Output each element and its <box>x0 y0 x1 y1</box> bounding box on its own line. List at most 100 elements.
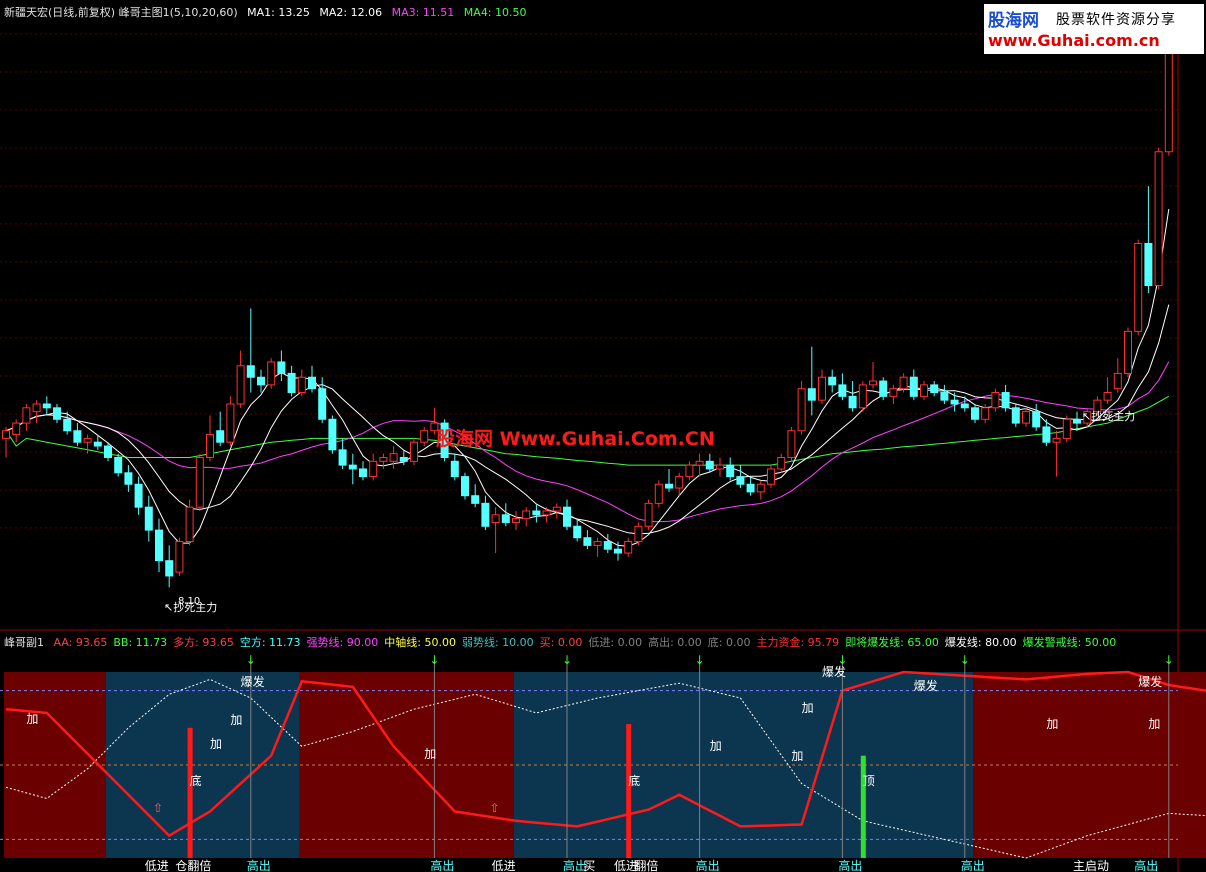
candle-body <box>359 468 367 478</box>
candle-body <box>624 541 633 554</box>
candle-body <box>787 430 796 458</box>
candle-body <box>73 430 82 443</box>
candle-body <box>63 418 72 432</box>
candle-body <box>971 407 979 420</box>
candle-body <box>155 529 163 562</box>
candle-body <box>104 445 112 458</box>
candle-body <box>491 514 500 523</box>
candle-body <box>879 380 888 397</box>
candle-body <box>318 388 327 420</box>
zone-label: 加 <box>1148 717 1160 731</box>
candle-body <box>338 449 347 466</box>
candle-body <box>1022 411 1030 424</box>
sub-readout-10: 底: 0.00 <box>707 636 751 649</box>
zone-label: 加 <box>1046 717 1058 731</box>
candle-body <box>1011 407 1020 424</box>
candle-body <box>308 376 316 390</box>
bottom-signal-label: 高出 <box>961 858 985 872</box>
candle-body <box>175 541 184 573</box>
candle-body <box>12 422 21 436</box>
candle-body <box>1144 242 1153 287</box>
candle-body <box>1032 411 1041 428</box>
candle-body <box>603 541 612 550</box>
down-arrow-icon: ↓ <box>695 653 705 667</box>
candle-body <box>461 476 469 497</box>
candle-body <box>206 434 214 458</box>
candle-body <box>828 376 837 386</box>
candle-body <box>665 483 673 489</box>
ma1-line <box>5 209 1170 547</box>
candle-body <box>909 376 918 397</box>
candle-body <box>420 430 429 443</box>
candle-body <box>1001 392 1010 409</box>
candle-body <box>287 372 296 394</box>
sub-readout-12: 即将爆发线: 65.00 <box>845 636 939 649</box>
candle-body <box>410 441 418 462</box>
ma1-readout: MA1: 13.25 <box>247 6 310 19</box>
ma3-readout: MA3: 11.51 <box>391 6 455 19</box>
bottom-signal-label: 买 <box>583 859 595 872</box>
candle-body <box>542 510 551 516</box>
candle-body <box>614 548 622 554</box>
signal-label: 顶 <box>863 774 875 788</box>
zone-label: 爆发 <box>1138 674 1162 689</box>
sub-readout-7: 买: 0.00 <box>539 636 583 649</box>
candle-body <box>930 384 939 394</box>
down-arrow-icon: ↓ <box>562 653 572 667</box>
candle-body <box>563 506 571 527</box>
zone-label: 加 <box>424 747 436 761</box>
main-chart-title: 新疆天宏(日线,前复权) 峰哥主图1(5,10,20,60) <box>4 6 238 19</box>
sub-readout-2: 多方: 93.65 <box>173 636 234 649</box>
candle-body <box>869 380 877 386</box>
watermark: 股海网 Www.Guhai.Com.CN <box>436 428 715 450</box>
zone-label: 爆发 <box>822 664 846 679</box>
annotation-label: ↖抄死主力 <box>1082 409 1135 423</box>
candle-body <box>899 376 908 390</box>
candle-body <box>22 407 31 424</box>
candle-body <box>960 403 969 409</box>
logo-slogan: 股票软件资源分享 <box>1056 12 1176 28</box>
candle-body <box>889 388 898 397</box>
candle-body <box>950 399 959 405</box>
sub-readout-8: 低进: 0.00 <box>588 636 643 649</box>
zone-label: 爆发 <box>241 674 265 689</box>
candle-body <box>991 392 1000 409</box>
candle-body <box>552 506 561 512</box>
candle-body <box>501 514 510 523</box>
candle-body <box>144 506 153 531</box>
up-arrow-icon: ⇧ <box>153 801 163 815</box>
candle-body <box>1073 418 1081 424</box>
candle-body <box>797 388 806 432</box>
candle-body <box>818 376 826 401</box>
annotation-label: ↖抄死主力 <box>164 600 217 614</box>
bottom-signal-label: 高出 <box>838 858 862 872</box>
candle-body <box>216 430 225 443</box>
zone-label: 加 <box>210 737 222 751</box>
sub-readout-4: 强势线: 90.00 <box>306 636 379 649</box>
zone-label: 爆发 <box>914 678 938 693</box>
zone-label: 加 <box>802 701 814 715</box>
sub-readout-0: AA: 93.65 <box>53 636 108 649</box>
down-arrow-icon: ↓ <box>246 653 256 667</box>
zone-label: 加 <box>230 713 242 727</box>
candle-body <box>114 456 123 474</box>
bottom-signal-label: 主启动 <box>1073 859 1109 872</box>
candle-body <box>777 456 786 470</box>
candle-body <box>532 510 541 516</box>
signal-bar <box>626 724 632 858</box>
candle-body <box>1052 437 1061 443</box>
candle-body <box>246 365 255 378</box>
candle-body <box>512 518 520 523</box>
ma2-readout: MA2: 12.06 <box>319 6 383 19</box>
candle-body <box>1113 372 1122 390</box>
candle-body <box>716 464 724 470</box>
candle-body <box>1134 242 1143 332</box>
candle-body <box>746 483 755 493</box>
candle-body <box>379 456 388 462</box>
candle-body <box>93 441 102 447</box>
main-chart-header: 新疆天宏(日线,前复权) 峰哥主图1(5,10,20,60) MA1: 13.2… <box>4 4 533 20</box>
sub-readout-14: 爆发警戒线: 50.00 <box>1022 636 1117 649</box>
candle-body <box>807 388 816 401</box>
candle-body <box>654 483 663 504</box>
candle-body <box>1062 418 1071 439</box>
